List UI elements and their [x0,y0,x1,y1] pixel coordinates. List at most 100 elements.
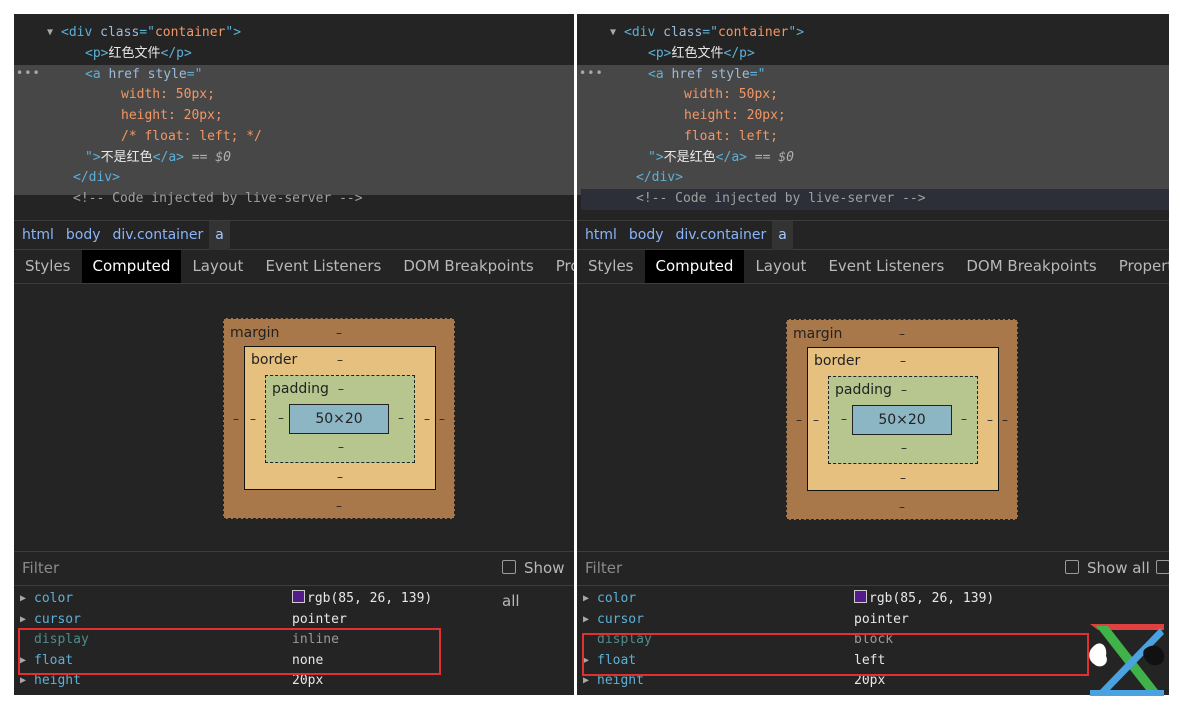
tab-dom-breakpoints[interactable]: DOM Breakpoints [955,250,1107,283]
code-line[interactable]: height: 20px; [684,105,1169,126]
code-token: <p> [85,45,109,61]
code-line[interactable]: <p>红色文件</p> [85,43,574,64]
breadcrumb-a[interactable]: a [772,221,793,250]
border-left-value[interactable]: – [813,413,819,427]
border-right-value[interactable]: – [987,413,993,427]
code-line[interactable]: ">不是红色</a> == $0 [648,147,1169,168]
tab-dom-breakpoints[interactable]: DOM Breakpoints [392,250,544,283]
tab-properties[interactable]: Properties [545,250,574,283]
tab-layout[interactable]: Layout [181,250,254,283]
code-line[interactable]: /* float: left; */ [121,126,574,147]
border-top-value[interactable]: – [900,354,906,368]
margin-left-value[interactable]: – [233,412,239,426]
border-top-value[interactable]: – [337,353,343,367]
color-swatch-icon[interactable] [292,590,305,603]
code-line[interactable]: </div> [73,167,574,188]
code-token: =" [749,66,766,82]
checkbox-icon[interactable] [1065,560,1079,574]
watermark-logo [1089,624,1165,696]
padding-right-value[interactable]: – [398,411,404,425]
tab-event-listeners[interactable]: Event Listeners [254,250,392,283]
code-line[interactable]: width: 50px; [121,84,574,105]
code-token: "> [648,149,664,165]
filter-input[interactable]: Filter [22,552,59,585]
margin-top-value[interactable]: – [899,327,905,341]
property-row-cursor[interactable]: ▶ cursor pointer [577,610,1169,630]
expand-triangle-icon[interactable]: ▶ [583,589,589,609]
margin-left-value[interactable]: – [796,413,802,427]
box-model-content[interactable]: 50×20 [852,405,952,435]
code-line[interactable]: height: 20px; [121,105,574,126]
padding-bottom-value[interactable]: – [338,440,344,454]
box-model-border: border – – – – padding – – – – 50×20 [244,346,436,490]
margin-bottom-value[interactable]: – [336,499,342,513]
code-line[interactable]: width: 50px; [684,84,1169,105]
code-token: height: 20px; [684,108,786,123]
expand-triangle-icon[interactable]: ▼ [47,22,53,43]
padding-bottom-value[interactable]: – [901,441,907,455]
border-left-value[interactable]: – [250,412,256,426]
more-options-icon[interactable]: ••• [16,66,41,80]
border-bottom-value[interactable]: – [337,470,343,484]
code-token: container [154,25,226,40]
padding-top-value[interactable]: – [338,382,344,396]
code-line[interactable]: <p>红色文件</p> [648,43,1169,64]
breadcrumb: html body div.container a [14,220,574,250]
code-line[interactable]: ">不是红色</a> == $0 [85,147,574,168]
padding-left-value[interactable]: – [841,412,847,426]
padding-right-value[interactable]: – [961,412,967,426]
box-model-content[interactable]: 50×20 [289,404,389,434]
breadcrumb-html[interactable]: html [577,221,623,250]
expand-triangle-icon[interactable]: ▶ [20,589,26,609]
expand-triangle-icon[interactable]: ▼ [610,22,616,43]
breadcrumb-html[interactable]: html [14,221,60,250]
breadcrumb-a[interactable]: a [209,221,230,250]
border-right-value[interactable]: – [424,412,430,426]
margin-bottom-value[interactable]: – [899,500,905,514]
code-line[interactable]: ▼ <div class="container"> [47,22,574,43]
expand-triangle-icon[interactable]: ▶ [583,610,589,630]
expand-triangle-icon[interactable]: ▶ [20,610,26,630]
code-line[interactable]: <!-- Code injected by live-server --> [636,188,1169,209]
property-value: pointer [854,611,909,627]
code-token: </a> [152,149,184,165]
annotation-highlight-box-left [18,628,441,675]
margin-top-value[interactable]: – [336,326,342,340]
tab-computed[interactable]: Computed [644,250,745,283]
code-token: == [746,149,779,165]
property-row-color[interactable]: ▶ color rgb(85, 26, 139) [14,589,574,609]
checkbox-icon[interactable] [502,560,516,574]
code-line[interactable]: <a href style=" [648,64,1169,85]
filter-input[interactable]: Filter [585,552,622,585]
code-line[interactable]: </div> [636,167,1169,188]
breadcrumb-body[interactable]: body [60,221,107,250]
group-toggle[interactable] [1156,552,1169,585]
breadcrumb-div-container[interactable]: div.container [670,221,773,250]
show-all-toggle[interactable]: Show all [1065,552,1150,585]
checkbox-icon[interactable] [1156,560,1169,574]
color-swatch-icon[interactable] [854,590,867,603]
property-name: cursor [597,611,644,627]
breadcrumb-body[interactable]: body [623,221,670,250]
margin-right-value[interactable]: – [1002,413,1008,427]
tab-layout[interactable]: Layout [744,250,817,283]
tab-styles[interactable]: Styles [577,250,645,283]
code-line[interactable]: <!-- Code injected by live-server --> [73,188,574,209]
padding-left-value[interactable]: – [278,411,284,425]
property-row-color[interactable]: ▶ color rgb(85, 26, 139) [577,589,1169,609]
code-line[interactable]: float: left; [684,126,1169,147]
tab-event-listeners[interactable]: Event Listeners [817,250,955,283]
breadcrumb-div-container[interactable]: div.container [107,221,210,250]
padding-top-value[interactable]: – [901,383,907,397]
tab-properties[interactable]: Properties [1108,250,1169,283]
code-token: <div [624,25,664,40]
tab-computed[interactable]: Computed [81,250,182,283]
property-row-cursor[interactable]: ▶ cursor pointer [14,610,574,630]
tab-styles[interactable]: Styles [14,250,82,283]
code-line[interactable]: ▼ <div class="container"> [610,22,1169,43]
more-options-icon[interactable]: ••• [579,66,604,80]
code-token: class [663,25,703,40]
code-line[interactable]: <a href style=" [85,64,574,85]
margin-right-value[interactable]: – [439,412,445,426]
border-bottom-value[interactable]: – [900,471,906,485]
